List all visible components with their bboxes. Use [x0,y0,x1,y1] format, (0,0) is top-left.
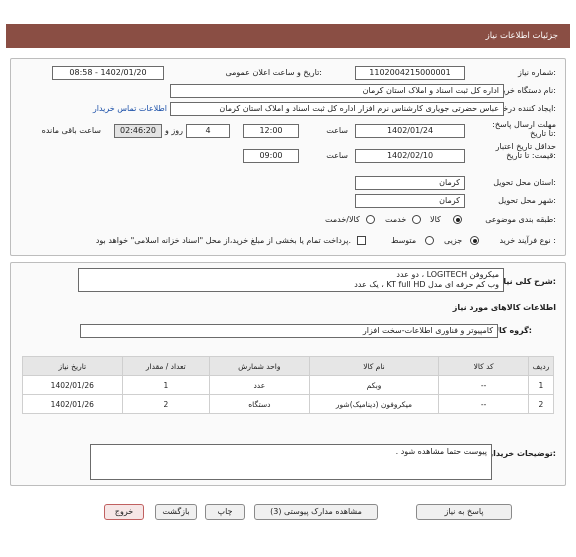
buyer-notes-text: پیوست حتما مشاهده شود . [395,447,487,456]
col-qty: تعداد / مقدار [121,356,211,376]
exit-button[interactable]: خروج [104,504,144,520]
description-line-1: میکروفن LOGITECH ، دو عدد [396,270,499,279]
deadline-time-label: ساعت [326,126,348,135]
deadline-date-field[interactable]: 1402/01/24 [355,124,465,138]
remaining-time-field: 02:46:20 [114,124,162,138]
cell-qty: 1 [121,375,211,395]
province-label: استان محل تحویل: [493,178,556,187]
cell-name: میکروفون (دینامیک)شور [308,394,440,414]
treasury-payment-checkbox[interactable] [357,236,366,245]
back-button[interactable]: بازگشت [155,504,197,520]
goods-group-label: گروه کالا: [493,326,532,335]
validity-date-field[interactable]: 1402/02/10 [355,149,465,163]
validity-time-label: ساعت [326,151,348,160]
col-unit: واحد شمارش [209,356,310,376]
col-name: نام کالا [308,356,440,376]
remaining-days-field[interactable]: 4 [186,124,230,138]
goods-table-header: ردیف کد کالا نام کالا واحد شمارش تعداد /… [22,356,555,376]
need-number-field[interactable]: 1102004215000001 [355,66,465,80]
cell-date: 1402/01/26 [22,375,123,395]
need-number-label: شماره نیاز: [517,68,556,77]
validity-label: حداقل تاریخ اعتبار قیمت: تا تاریخ: [495,142,556,160]
treasury-payment-note: پرداخت تمام یا بخشی از مبلغ خرید،از محل … [95,236,351,245]
process-minor-label: جزیی [444,236,463,245]
cell-row: 1 [527,375,555,395]
page-title-bar: جزئیات اطلاعات نیاز [6,24,570,48]
validity-time-field[interactable]: 09:00 [243,149,299,163]
cell-unit: دستگاه [209,394,310,414]
announce-field[interactable]: 1402/01/20 - 08:58 [52,66,164,80]
cell-row: 2 [527,394,555,414]
contact-buyer-link[interactable]: اطلاعات تماس خریدار [93,104,167,113]
category-both-radio[interactable] [366,215,375,224]
cell-qty: 2 [121,394,211,414]
deadline-label: مهلت ارسال پاسخ: تا تاریخ: [492,120,556,138]
buyer-notes-label: توضیحات خریدار: [488,449,556,458]
table-row[interactable]: 1 -- وبکم عدد 1 1402/01/26 [22,375,555,395]
goods-group-field: کامپیوتر و فناوری اطلاعات-سخت افزار [80,324,498,338]
city-label: شهر محل تحویل: [498,196,556,205]
goods-section-title: اطلاعات کالاهای مورد نیاز [452,303,556,312]
table-row[interactable]: 2 -- میکروفون (دینامیک)شور دستگاه 2 1402… [22,394,555,414]
remaining-time-label: ساعت باقی مانده [41,126,101,135]
cell-name: وبکم [308,375,440,395]
col-row: ردیف [527,356,555,376]
description-line-2: وب کم حرفه ای مدل KT full HD ، یک عدد [354,280,499,289]
process-medium-radio[interactable] [425,236,434,245]
category-label: طبقه بندی موضوعی: [485,215,556,224]
col-date: تاریخ نیاز [22,356,123,376]
cell-code: -- [438,375,529,395]
deadline-time-field[interactable]: 12:00 [243,124,299,138]
category-service-label: خدمت [385,215,407,224]
description-label: شرح کلی نیاز: [498,277,556,286]
category-goods-radio[interactable] [453,215,462,224]
goods-table: ردیف کد کالا نام کالا واحد شمارش تعداد /… [22,356,555,414]
category-both-label: کالا/خدمت [325,215,360,224]
category-goods-label: کالا [430,215,441,224]
day-and-label: روز و [165,126,183,135]
process-medium-label: متوسط [391,236,417,245]
cell-date: 1402/01/26 [22,394,123,414]
cell-unit: عدد [209,375,310,395]
province-field[interactable]: کرمان [355,176,465,190]
page-title: جزئیات اطلاعات نیاز [485,31,558,41]
col-code: کد کالا [438,356,529,376]
announce-label: تاریخ و ساعت اعلان عمومی: [225,68,322,77]
category-service-radio[interactable] [412,215,421,224]
buyer-notes-field: پیوست حتما مشاهده شود . [90,444,492,480]
print-button[interactable]: چاپ [205,504,245,520]
reply-button[interactable]: پاسخ به نیاز [416,504,512,520]
city-field[interactable]: کرمان [355,194,465,208]
process-minor-radio[interactable] [470,236,479,245]
buyer-org-field[interactable]: اداره کل ثبت اسناد و املاک استان کرمان [170,84,504,98]
view-attachments-button[interactable]: مشاهده مدارک پیوستی (3) [254,504,378,520]
process-label: نوع فرآیند خرید : [499,236,556,245]
creator-field[interactable]: عباس حضرتی جویاری کارشناس نرم افزار ادار… [170,102,504,116]
description-field: میکروفن LOGITECH ، دو عدد وب کم حرفه ای … [78,268,504,292]
cell-code: -- [438,394,529,414]
